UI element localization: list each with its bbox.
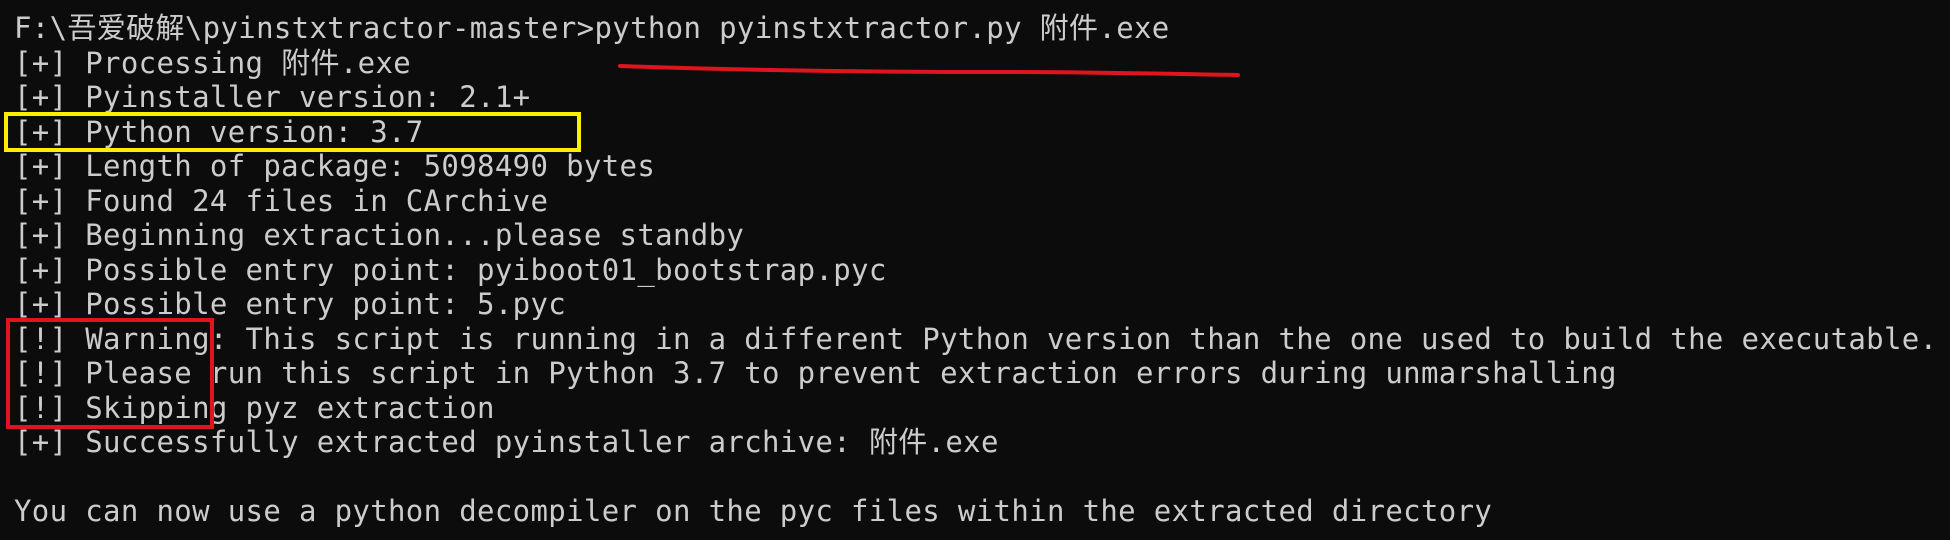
output-line-entry-point-bootstrap: [+] Possible entry point: pyiboot01_boot… <box>14 252 887 287</box>
output-line-decompiler-hint: You can now use a python decompiler on t… <box>14 494 1493 528</box>
output-line-package-length: [+] Length of package: 5098490 bytes <box>14 149 656 183</box>
output-line-found-files: [+] Found 24 files in CArchive <box>14 183 549 218</box>
output-line-beginning-extraction: [+] Beginning extraction...please standb… <box>14 218 745 252</box>
output-line-warning: [!] Warning: This script is running in a… <box>14 321 1938 356</box>
terminal-window[interactable]: F:\吾爱破解\pyinstxtractor-master>python pyi… <box>0 0 1950 540</box>
output-line-skipping-pyz: [!] Skipping pyz extraction <box>14 390 495 425</box>
output-line-entry-point-5pyc: [+] Possible entry point: 5.pyc <box>14 287 567 321</box>
command-prompt-line: F:\吾爱破解\pyinstxtractor-master>python pyi… <box>14 11 1170 45</box>
output-line-success: [+] Successfully extracted pyinstaller a… <box>14 425 999 459</box>
output-line-pyinstaller-version: [+] Pyinstaller version: 2.1+ <box>14 80 531 114</box>
output-line-python-version: [+] Python version: 3.7 <box>14 114 424 149</box>
output-line-processing: [+] Processing 附件.exe <box>14 45 412 80</box>
output-line-please-run: [!] Please run this script in Python 3.7… <box>14 356 1617 390</box>
